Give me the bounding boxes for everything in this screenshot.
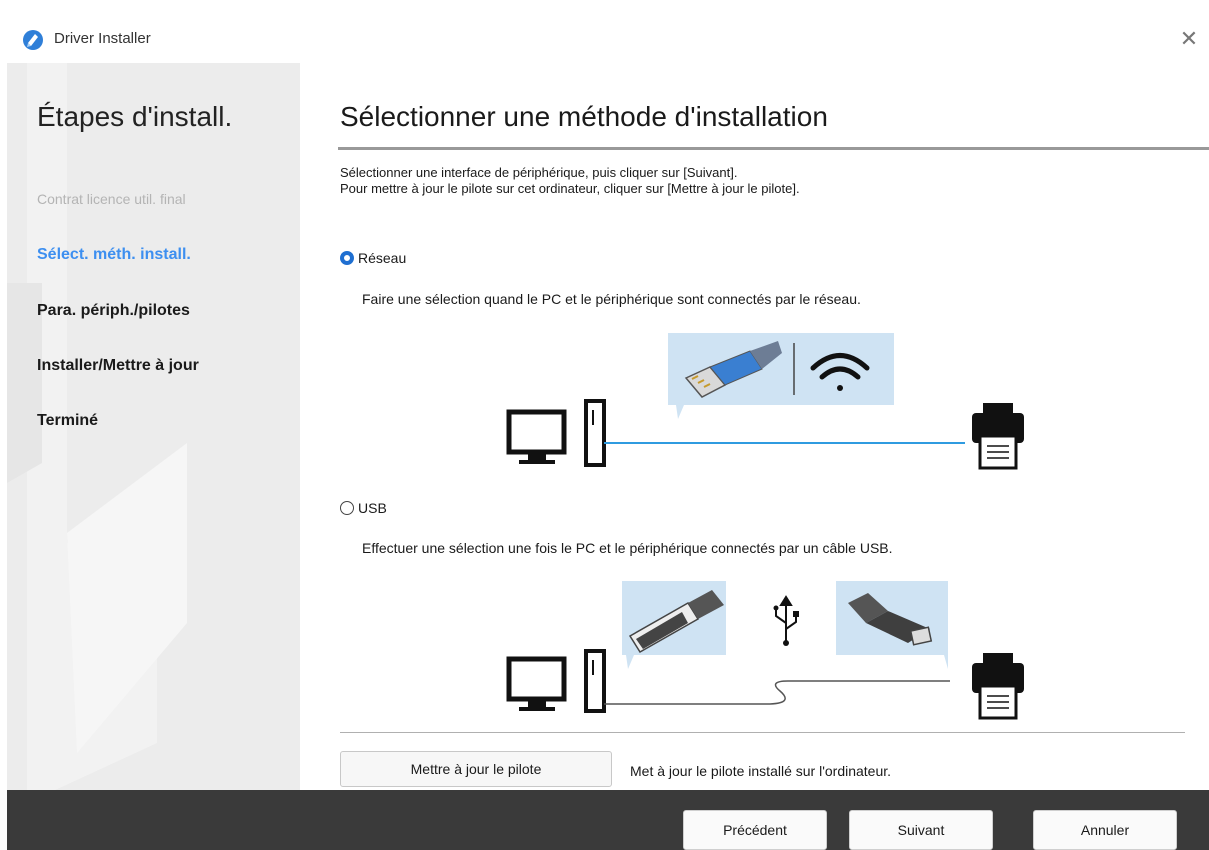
step-install-method: Sélect. méth. install. [37,246,191,263]
usb-label: USB [358,500,387,516]
printer-icon [972,403,1024,470]
cancel-button[interactable]: Annuler [1033,810,1177,850]
option-usb[interactable]: USB [340,500,387,516]
close-icon[interactable]: ✕ [1175,25,1203,53]
driver-installer-icon [23,30,43,50]
update-driver-button[interactable]: Mettre à jour le pilote [340,751,612,787]
bottom-divider [340,732,1185,733]
network-illustration [506,333,1024,470]
step-license: Contrat licence util. final [37,191,186,207]
installer-window: Driver Installer ✕ Étapes d'install. Con… [7,17,1209,850]
window-title: Driver Installer [54,30,151,47]
usb-description: Effectuer une sélection une fois le PC e… [362,540,893,556]
usb-illustration [506,581,1024,720]
step-finished: Terminé [37,412,99,429]
step-device-drivers: Para. périph./pilotes [37,302,190,319]
connection-illustrations [506,333,1024,720]
update-driver-note: Met à jour le pilote installé sur l'ordi… [630,763,892,779]
next-button[interactable]: Suivant [849,810,993,850]
back-button[interactable]: Précédent [683,810,827,850]
install-steps-sidebar: Étapes d'install. Contrat licence util. … [7,63,300,790]
main-panel: Sélectionner une méthode d'installation … [300,63,1209,790]
step-install-update: Installer/Mettre à jour [37,357,199,374]
usb-symbol-icon [773,595,799,646]
computer-icon-usb [506,649,606,713]
usb-radio[interactable] [340,501,354,515]
printer-icon-usb [972,653,1024,720]
title-bar: Driver Installer ✕ [7,17,1209,63]
footer-bar: Précédent Suivant Annuler [7,790,1209,850]
computer-icon [506,399,606,467]
steps-title: Étapes d'install. [37,101,233,132]
